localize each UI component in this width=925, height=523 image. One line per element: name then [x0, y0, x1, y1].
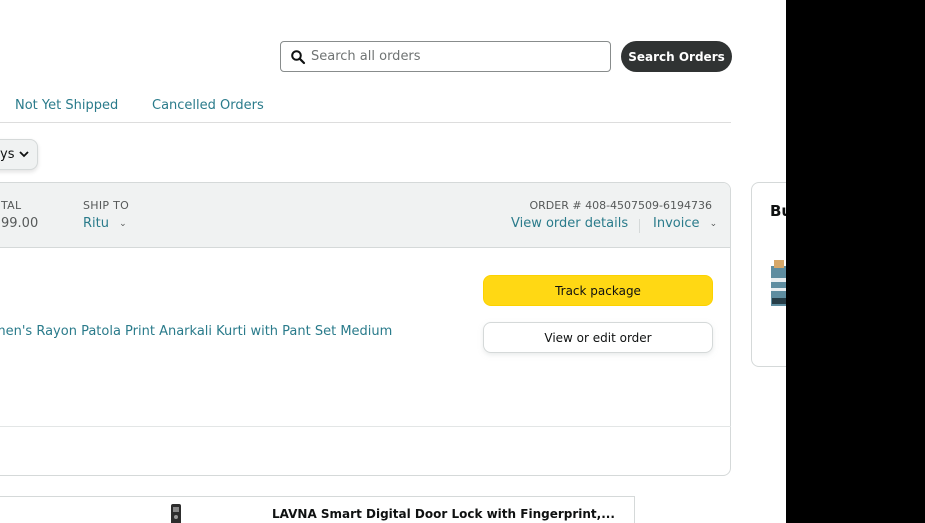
view-edit-order-button[interactable]: View or edit order: [483, 322, 713, 353]
time-filter-label: ys: [0, 147, 15, 162]
recommendation-title[interactable]: LAVNA Smart Digital Door Lock with Finge…: [272, 507, 615, 521]
chevron-down-icon: ⌄: [709, 219, 718, 229]
chevron-down-icon: [19, 151, 30, 158]
order-tabs: Not Yet Shipped Cancelled Orders: [0, 96, 731, 123]
link-divider: [639, 219, 640, 233]
door-lock-thumbnail[interactable]: [165, 503, 185, 523]
track-package-button[interactable]: Track package: [483, 275, 713, 306]
card-divider: [0, 426, 731, 427]
search-icon: [291, 50, 306, 65]
search-box[interactable]: [280, 41, 611, 72]
ship-to-name: Ritu: [83, 216, 109, 231]
invoice-label: Invoice: [653, 216, 700, 231]
chevron-down-icon: ⌄: [119, 219, 127, 229]
order-header: TAL 99.00 SHIP TO Ritu ⌄ ORDER # 408-450…: [0, 183, 730, 248]
tab-cancelled-orders[interactable]: Cancelled Orders: [152, 98, 264, 113]
time-filter-dropdown[interactable]: ys: [0, 139, 38, 170]
search-input[interactable]: [311, 42, 606, 71]
order-number: ORDER # 408-4507509-6194736: [529, 199, 713, 212]
ship-to-label: SHIP TO: [83, 199, 130, 212]
ship-to-link[interactable]: Ritu ⌄: [83, 216, 127, 231]
search-orders-button[interactable]: Search Orders: [621, 41, 732, 72]
order-total-value: 99.00: [1, 216, 39, 231]
view-order-details-link[interactable]: View order details: [511, 216, 628, 231]
order-total-label: TAL: [1, 199, 22, 212]
black-panel: [786, 0, 925, 523]
product-title-link[interactable]: omen's Rayon Patola Print Anarkali Kurti…: [0, 324, 392, 339]
tab-not-yet-shipped[interactable]: Not Yet Shipped: [15, 98, 118, 113]
invoice-link[interactable]: Invoice ⌄: [653, 216, 717, 231]
